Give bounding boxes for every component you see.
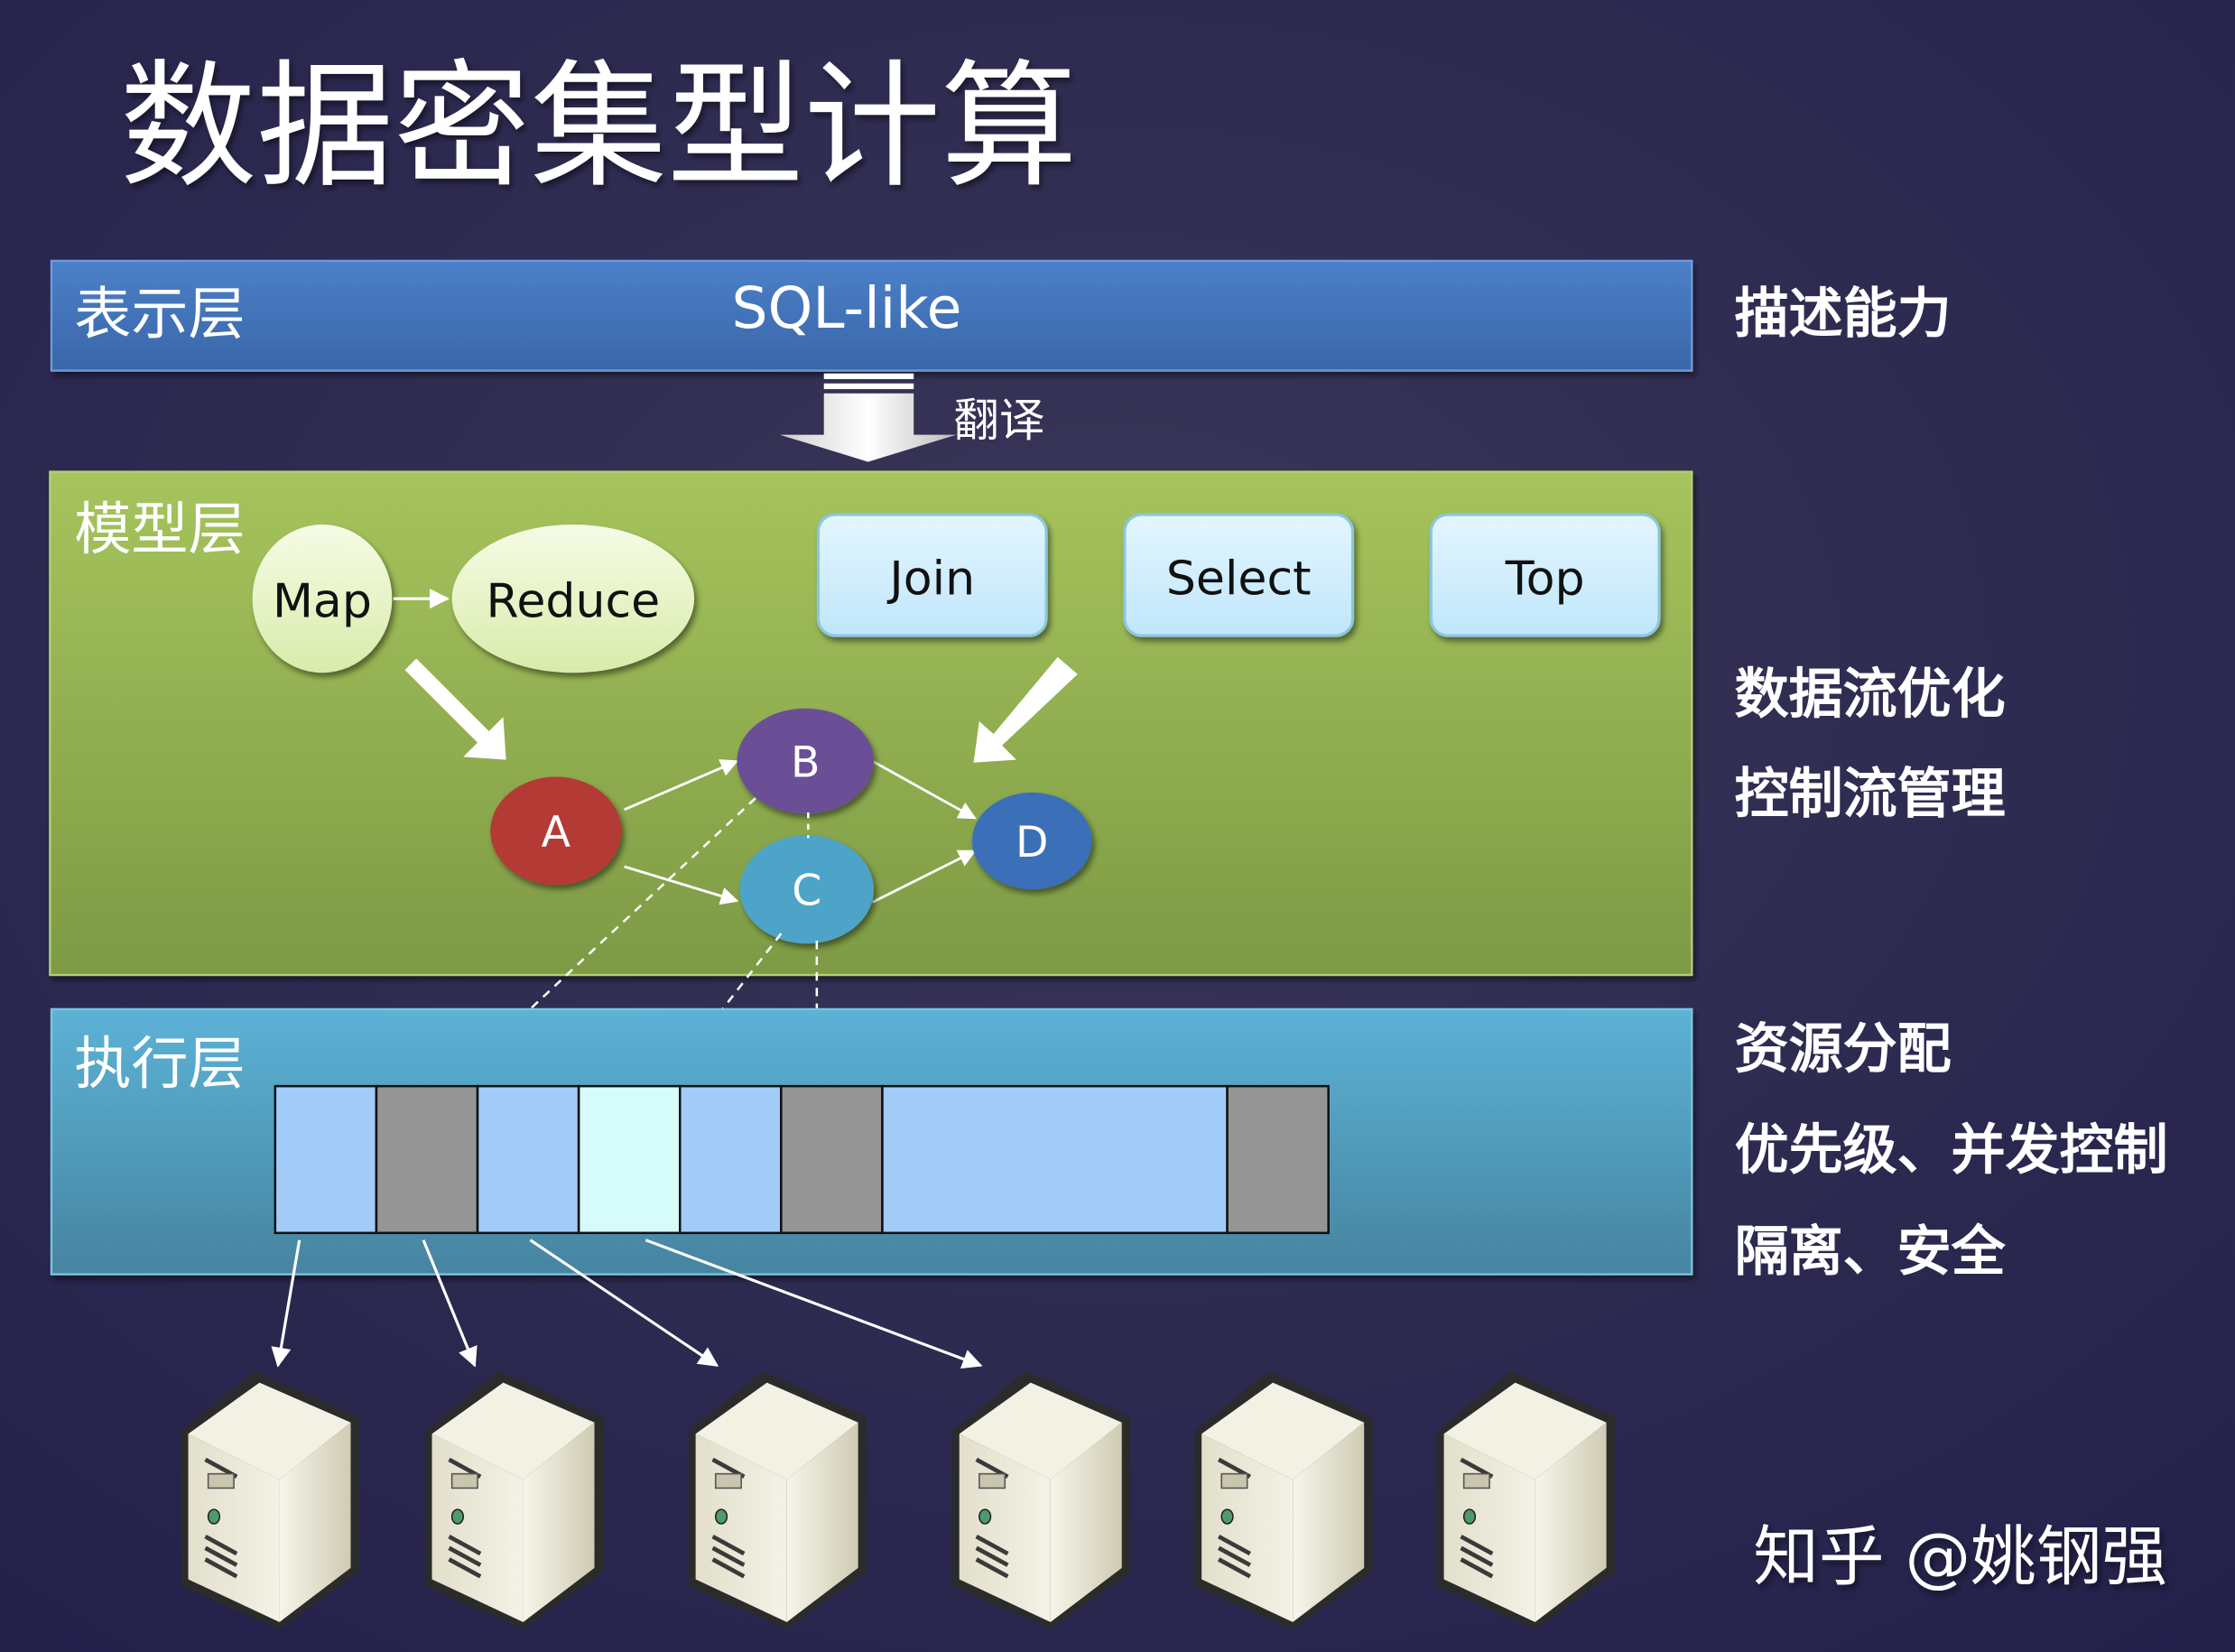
presentation-content: SQL-like (732, 274, 962, 341)
reduce-node-label: Reduce (486, 575, 660, 629)
power-led-icon (714, 1508, 728, 1525)
slot-free (679, 1084, 783, 1235)
map-node-label: Map (273, 575, 372, 629)
capability-execution: 隔离、安全 (1735, 1220, 2007, 1284)
power-led-icon (978, 1508, 992, 1525)
slot-free (274, 1084, 378, 1235)
power-led-icon (207, 1508, 221, 1525)
dag-node-label: B (791, 738, 820, 788)
server-icon (688, 1370, 867, 1629)
server-icon (181, 1370, 359, 1629)
capability-presentation: 描述能力 (1735, 283, 1952, 346)
presentation-layer-label: 表示层 (74, 280, 245, 347)
capability-execution: 资源分配 (1735, 1018, 1952, 1081)
operator-label: Top (1505, 552, 1585, 606)
watermark: 知乎 @姚钢强 (1753, 1519, 2167, 1595)
slide-title: 数据密集型计算 (120, 47, 1078, 207)
model-layer-label: 模型层 (74, 496, 245, 562)
capability-execution: 优先级、并发控制 (1735, 1119, 2168, 1183)
slot-busy (780, 1084, 884, 1235)
power-led-icon (1220, 1508, 1234, 1525)
server-icon (424, 1370, 603, 1629)
capability-model: 数据流优化 (1735, 663, 2006, 726)
power-led-icon (1462, 1508, 1477, 1525)
translate-label: 翻译 (953, 394, 1044, 447)
slot-busy (375, 1084, 479, 1235)
execution-layer-label: 执行层 (74, 1030, 245, 1097)
slot-highlight (577, 1084, 682, 1235)
server-icon (1436, 1370, 1616, 1629)
dag-node-label: A (542, 808, 570, 858)
capability-model: 控制流管理 (1735, 763, 2006, 826)
power-led-icon (450, 1508, 465, 1525)
dag-node-label: C (792, 867, 821, 916)
server-icon (951, 1370, 1131, 1629)
execution-layer: 执行层 (50, 1007, 1693, 1276)
slot-busy (1226, 1084, 1330, 1235)
slot-free-wide (881, 1084, 1229, 1235)
slot-free (476, 1084, 580, 1235)
dag-node-label: D (1015, 818, 1048, 868)
operator-label: Select (1166, 552, 1312, 606)
arrow-stripe (823, 383, 914, 390)
operator-label: Join (886, 552, 975, 606)
server-icon (1194, 1370, 1373, 1629)
presentation-layer: 表示层 SQL-like (50, 259, 1693, 372)
arrow-stripe (823, 373, 914, 379)
slide-canvas: 数据密集型计算 表示层 SQL-like 翻译 模型层 Map Reduce J… (0, 0, 2235, 1652)
